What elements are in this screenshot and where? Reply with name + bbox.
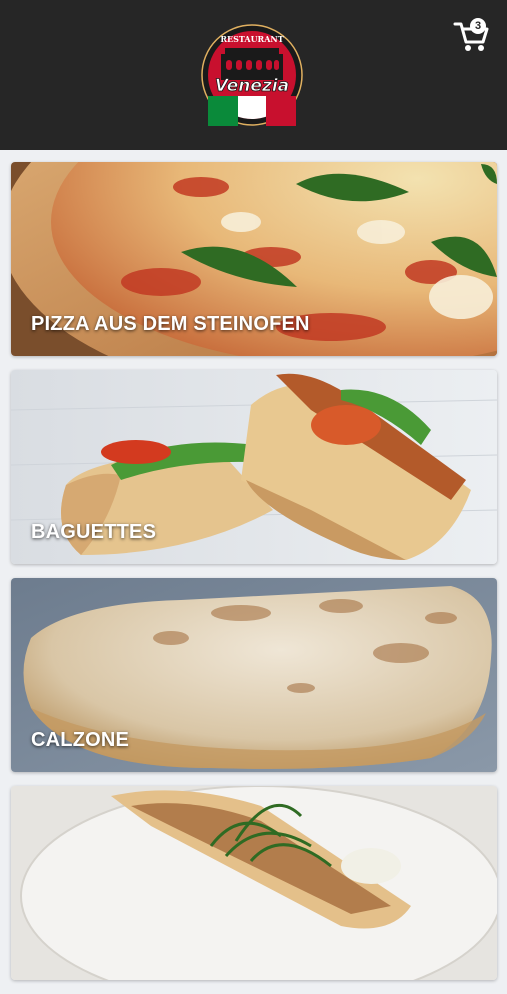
app-header: RESTAURANT Venezia 3 [0,0,507,150]
category-card-pizza[interactable]: PIZZA AUS DEM STEINOFEN [11,162,497,356]
flatbread-salad-photo [11,786,497,980]
category-card-calzone[interactable]: CALZONE [11,578,497,772]
cart-count-badge: 3 [470,18,486,34]
category-card-baguettes[interactable]: BAGUETTES [11,370,497,564]
category-list: PIZZA AUS DEM STEINOFEN BAGUETTES CALZON… [11,162,497,994]
venezia-logo[interactable]: RESTAURANT Venezia [201,24,303,126]
logo-name-text: Venezia [215,76,289,96]
logo-top-text: RESTAURANT [220,34,283,44]
category-label: PIZZA AUS DEM STEINOFEN [31,313,310,335]
category-label: CALZONE [31,729,130,751]
category-label: BAGUETTES [31,521,157,543]
category-card-flatbread[interactable] [11,786,497,980]
